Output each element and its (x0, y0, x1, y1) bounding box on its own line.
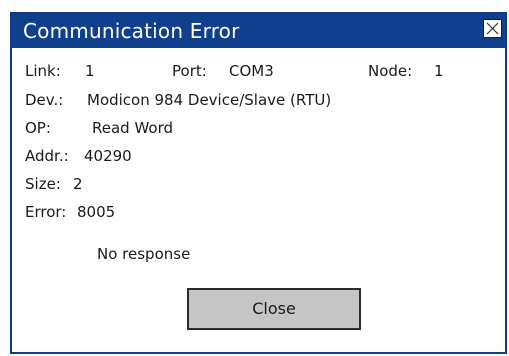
error-message: No response (97, 245, 191, 263)
addr-value: 40290 (84, 147, 132, 165)
dev-label: Dev.: (25, 91, 64, 109)
close-button[interactable]: Close (187, 288, 361, 330)
link-label: Link: (25, 62, 61, 80)
size-value: 2 (73, 175, 83, 193)
dialog-body: Link: 1 Port: COM3 Node: 1 Dev.: Modicon… (12, 48, 505, 352)
error-label: Error: (25, 203, 67, 221)
close-icon[interactable] (483, 19, 502, 38)
communication-error-dialog: Communication Error Link: 1 Port: COM3 N… (10, 12, 507, 354)
dialog-title: Communication Error (23, 19, 240, 43)
port-label: Port: (172, 62, 207, 80)
link-row: Link: 1 Port: COM3 Node: 1 (25, 60, 495, 82)
node-value: 1 (434, 62, 444, 80)
error-value: 8005 (77, 203, 116, 221)
addr-label: Addr.: (25, 147, 69, 165)
port-value: COM3 (229, 62, 274, 80)
node-label: Node: (368, 62, 413, 80)
link-value: 1 (85, 62, 95, 80)
dev-value: Modicon 984 Device/Slave (RTU) (87, 91, 332, 109)
op-label: OP: (25, 119, 51, 137)
size-label: Size: (25, 175, 61, 193)
title-bar[interactable]: Communication Error (12, 14, 505, 48)
op-value: Read Word (92, 119, 174, 137)
